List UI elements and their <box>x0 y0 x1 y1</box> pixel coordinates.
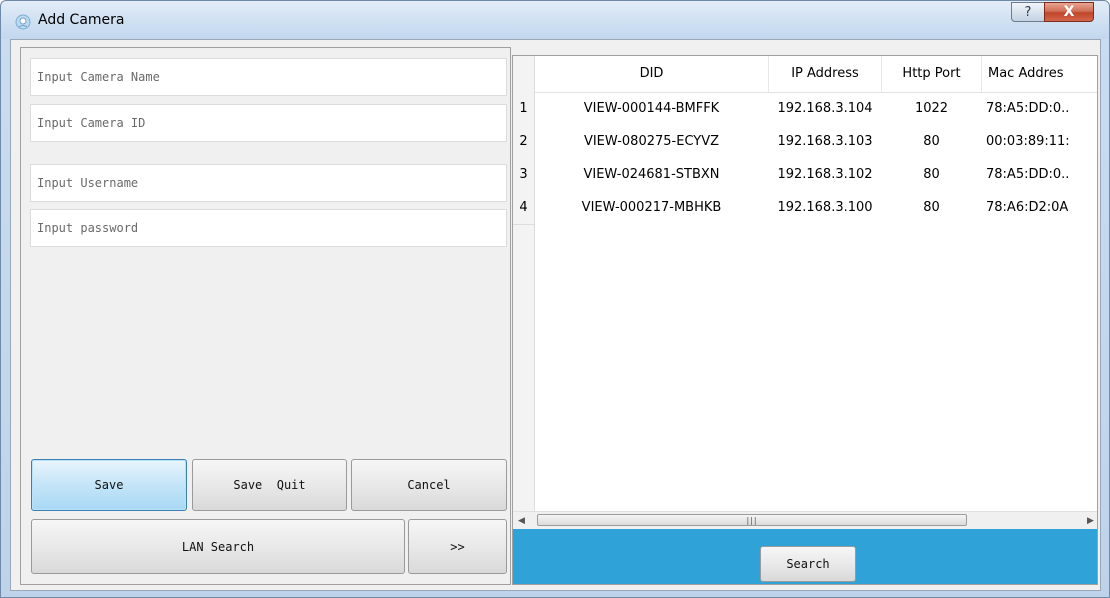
column-header-http-port[interactable]: Http Port <box>882 56 982 92</box>
column-header-did[interactable]: DID <box>535 56 769 92</box>
cell-did[interactable]: VIEW-024681-STBXN <box>535 158 768 191</box>
cell-port[interactable]: 1022 <box>882 92 981 125</box>
cell-port[interactable]: 80 <box>882 191 981 224</box>
help-button[interactable]: ? <box>1011 2 1045 22</box>
scroll-left-icon[interactable]: ◀ <box>513 512 530 529</box>
password-input[interactable] <box>30 209 507 247</box>
cell-did[interactable]: VIEW-000144-BMFFK <box>535 92 768 125</box>
scrollbar-thumb[interactable]: ||| <box>537 514 967 526</box>
row-number[interactable]: 4 <box>513 191 535 225</box>
row-number[interactable]: 3 <box>513 158 535 192</box>
help-icon: ? <box>1024 4 1032 20</box>
cell-ip[interactable]: 192.168.3.103 <box>769 125 881 158</box>
column-header-ip-address[interactable]: IP Address <box>769 56 882 92</box>
username-input[interactable] <box>30 164 507 202</box>
camera-name-input[interactable] <box>30 58 507 96</box>
row-number[interactable]: 1 <box>513 92 535 126</box>
cell-mac[interactable]: 00:03:89:11: <box>982 125 1097 158</box>
grip-icon: ||| <box>746 515 758 525</box>
horizontal-scrollbar[interactable]: ◀ ||| ▶ <box>513 511 1097 529</box>
camera-app-icon <box>15 14 31 30</box>
cell-ip[interactable]: 192.168.3.104 <box>769 92 881 125</box>
save-quit-button[interactable]: Save Quit <box>192 459 347 511</box>
cell-ip[interactable]: 192.168.3.102 <box>769 158 881 191</box>
row-number[interactable]: 2 <box>513 125 535 159</box>
camera-id-input[interactable] <box>30 104 507 142</box>
device-list-grid: DID IP Address Http Port Mac Addres 1 VI… <box>512 55 1098 585</box>
cell-mac[interactable]: 78:A5:DD:0.. <box>982 92 1097 125</box>
cell-did[interactable]: VIEW-080275-ECYVZ <box>535 125 768 158</box>
cell-did[interactable]: VIEW-000217-MBHKB <box>535 191 768 224</box>
lan-search-button[interactable]: LAN Search <box>31 519 405 574</box>
title-bar[interactable]: Add Camera ? X <box>1 1 1109 39</box>
cell-ip[interactable]: 192.168.3.100 <box>769 191 881 224</box>
expand-button[interactable]: >> <box>408 519 507 574</box>
cell-mac[interactable]: 78:A5:DD:0.. <box>982 158 1097 191</box>
cell-port[interactable]: 80 <box>882 125 981 158</box>
close-icon: X <box>1063 4 1075 20</box>
save-button[interactable]: Save <box>31 459 187 511</box>
search-button[interactable]: Search <box>760 546 856 582</box>
column-header-mac-address[interactable]: Mac Addres <box>982 56 1097 92</box>
grid-corner <box>513 56 535 92</box>
window-title: Add Camera <box>38 12 125 28</box>
cancel-button[interactable]: Cancel <box>351 459 507 511</box>
cell-mac[interactable]: 78:A6:D2:0A <box>982 191 1097 224</box>
scroll-right-icon[interactable]: ▶ <box>1082 512 1097 529</box>
close-button[interactable]: X <box>1044 2 1094 22</box>
grid-header: DID IP Address Http Port Mac Addres <box>513 56 1097 93</box>
cell-port[interactable]: 80 <box>882 158 981 191</box>
